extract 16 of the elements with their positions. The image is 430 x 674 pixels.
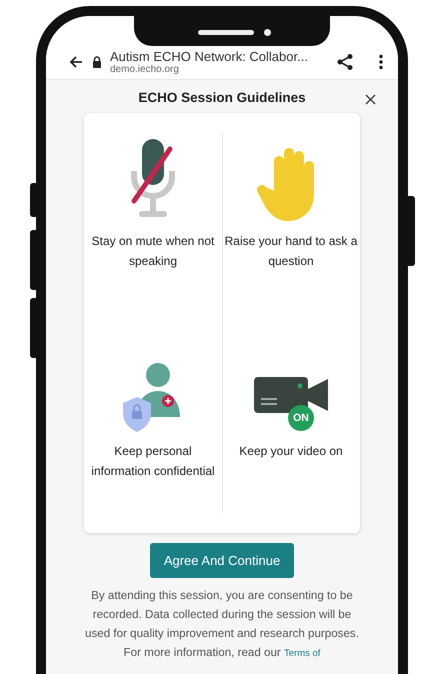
agree-and-continue-button[interactable]: Agree And Continue	[150, 543, 294, 578]
share-icon[interactable]	[336, 53, 354, 71]
lock-icon	[92, 56, 102, 68]
close-icon[interactable]	[365, 94, 376, 105]
guideline-text: Keep personal information confidential	[90, 443, 216, 480]
terms-link[interactable]: Terms of	[284, 648, 320, 659]
guideline-text: Stay on mute when not speaking	[90, 233, 216, 270]
on-badge: ON	[288, 405, 314, 431]
video-camera-icon	[253, 375, 329, 415]
dialog-title: ECHO Session Guidelines	[138, 90, 306, 105]
guideline-text: Raise your hand to ask a question	[224, 233, 358, 270]
guideline-text: Keep your video on	[239, 443, 343, 460]
consent-text: By attending this session, you are consenting to be recorded. Data collected during the session will be used for quality improvement and research purposes. For more information, read our Terms of	[84, 588, 360, 661]
page-title: Autism ECHO Network: Collabor...	[110, 49, 309, 64]
back-arrow-icon[interactable]	[68, 54, 84, 70]
page-url[interactable]: demo.iecho.org	[110, 64, 328, 75]
